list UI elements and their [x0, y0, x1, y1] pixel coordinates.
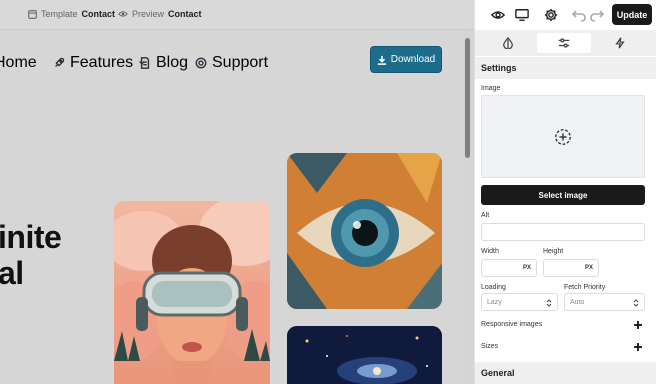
device-toggle[interactable]	[514, 7, 530, 23]
nav-support[interactable]: Support	[195, 54, 268, 72]
nav-home-label: Home	[0, 54, 37, 71]
eye-icon	[118, 11, 128, 17]
sizes-label: Sizes	[481, 343, 499, 350]
width-unit: PX	[522, 265, 531, 271]
image-label: Image	[481, 85, 501, 92]
fetch-priority-value: Auto	[570, 298, 585, 306]
nav-features[interactable]: Features	[53, 54, 146, 72]
preview-link[interactable]: Preview Contact	[118, 9, 202, 19]
inspector-panel: Update Settings Image Select image Alt W…	[474, 0, 656, 384]
download-label: Download	[390, 54, 436, 65]
nav-home[interactable]: Home	[0, 54, 37, 72]
fetch-priority-label: Fetch Priority	[564, 284, 606, 291]
redo-button[interactable]	[589, 7, 605, 23]
eye-icon	[491, 11, 505, 19]
template-prefix: Template	[41, 9, 78, 19]
lifebuoy-icon	[195, 57, 207, 69]
hero-image-vr[interactable]	[114, 201, 270, 384]
rocket-icon	[55, 57, 65, 67]
update-button[interactable]: Update	[612, 4, 652, 25]
vr-illustration	[114, 201, 270, 384]
nav-support-label: Support	[212, 54, 269, 71]
chevron-updown-icon	[632, 298, 640, 308]
nav-blog[interactable]: Blog	[139, 54, 188, 72]
template-link[interactable]: Template Contact	[28, 9, 115, 19]
settings-button[interactable]	[543, 7, 559, 23]
sliders-icon	[558, 38, 570, 48]
select-image-button[interactable]: Select image	[481, 185, 645, 205]
alt-label: Alt	[481, 212, 490, 219]
lightning-icon	[615, 37, 625, 49]
redo-icon	[590, 10, 604, 22]
preview-toggle[interactable]	[490, 7, 506, 23]
canvas-scrollbar-thumb[interactable]	[465, 38, 470, 158]
canvas-topbar: Template Contact Preview Contact	[0, 0, 474, 30]
image-dropzone[interactable]	[481, 95, 645, 178]
panel-toolbar: Update	[475, 0, 656, 30]
desktop-icon	[515, 9, 529, 21]
document-icon	[140, 57, 150, 69]
width-input[interactable]: PX	[481, 259, 537, 277]
template-icon	[28, 9, 37, 19]
tab-interactions[interactable]	[593, 33, 647, 53]
nav-features-label: Features	[70, 54, 134, 71]
template-name: Contact	[81, 9, 116, 19]
tab-style[interactable]	[481, 33, 535, 53]
height-input[interactable]: PX	[543, 259, 599, 277]
add-image-icon	[555, 128, 571, 145]
panel-tabs	[475, 30, 656, 56]
hero-heading: inite al	[0, 219, 62, 291]
undo-icon	[572, 10, 586, 22]
hero-line-1: inite	[0, 219, 62, 255]
undo-button[interactable]	[571, 7, 587, 23]
eye-illustration	[287, 153, 442, 309]
hero-image-eye[interactable]	[287, 153, 442, 309]
responsive-images-label: Responsive images	[481, 321, 543, 328]
hero-image-galaxy[interactable]	[287, 326, 442, 384]
add-responsive-image-button[interactable]	[631, 318, 645, 332]
galaxy-illustration	[287, 326, 442, 384]
nav-blog-label: Blog	[156, 54, 189, 71]
general-section-header[interactable]: General	[475, 362, 656, 384]
width-label: Width	[481, 248, 499, 255]
plus-icon	[634, 343, 642, 351]
settings-section-header[interactable]: Settings	[475, 57, 656, 79]
height-label: Height	[543, 248, 564, 255]
height-unit: PX	[584, 265, 593, 271]
preview-name: Contact	[168, 9, 202, 19]
loading-select[interactable]: Lazy	[481, 293, 558, 311]
alt-input[interactable]	[481, 223, 645, 241]
add-size-button[interactable]	[631, 340, 645, 354]
editor-canvas: Template Contact Preview Contact Home Fe…	[0, 0, 474, 384]
plus-icon	[634, 321, 642, 329]
preview-prefix: Preview	[132, 9, 165, 19]
hero-line-2: al	[0, 255, 24, 291]
download-button[interactable]: Download	[370, 46, 442, 73]
fetch-priority-select[interactable]: Auto	[564, 293, 645, 311]
loading-label: Loading	[481, 284, 506, 291]
loading-value: Lazy	[487, 298, 502, 306]
chevron-updown-icon	[545, 298, 553, 308]
download-icon	[377, 55, 386, 65]
drop-icon	[503, 37, 513, 49]
gear-icon	[544, 8, 558, 22]
tab-settings[interactable]	[537, 33, 591, 53]
